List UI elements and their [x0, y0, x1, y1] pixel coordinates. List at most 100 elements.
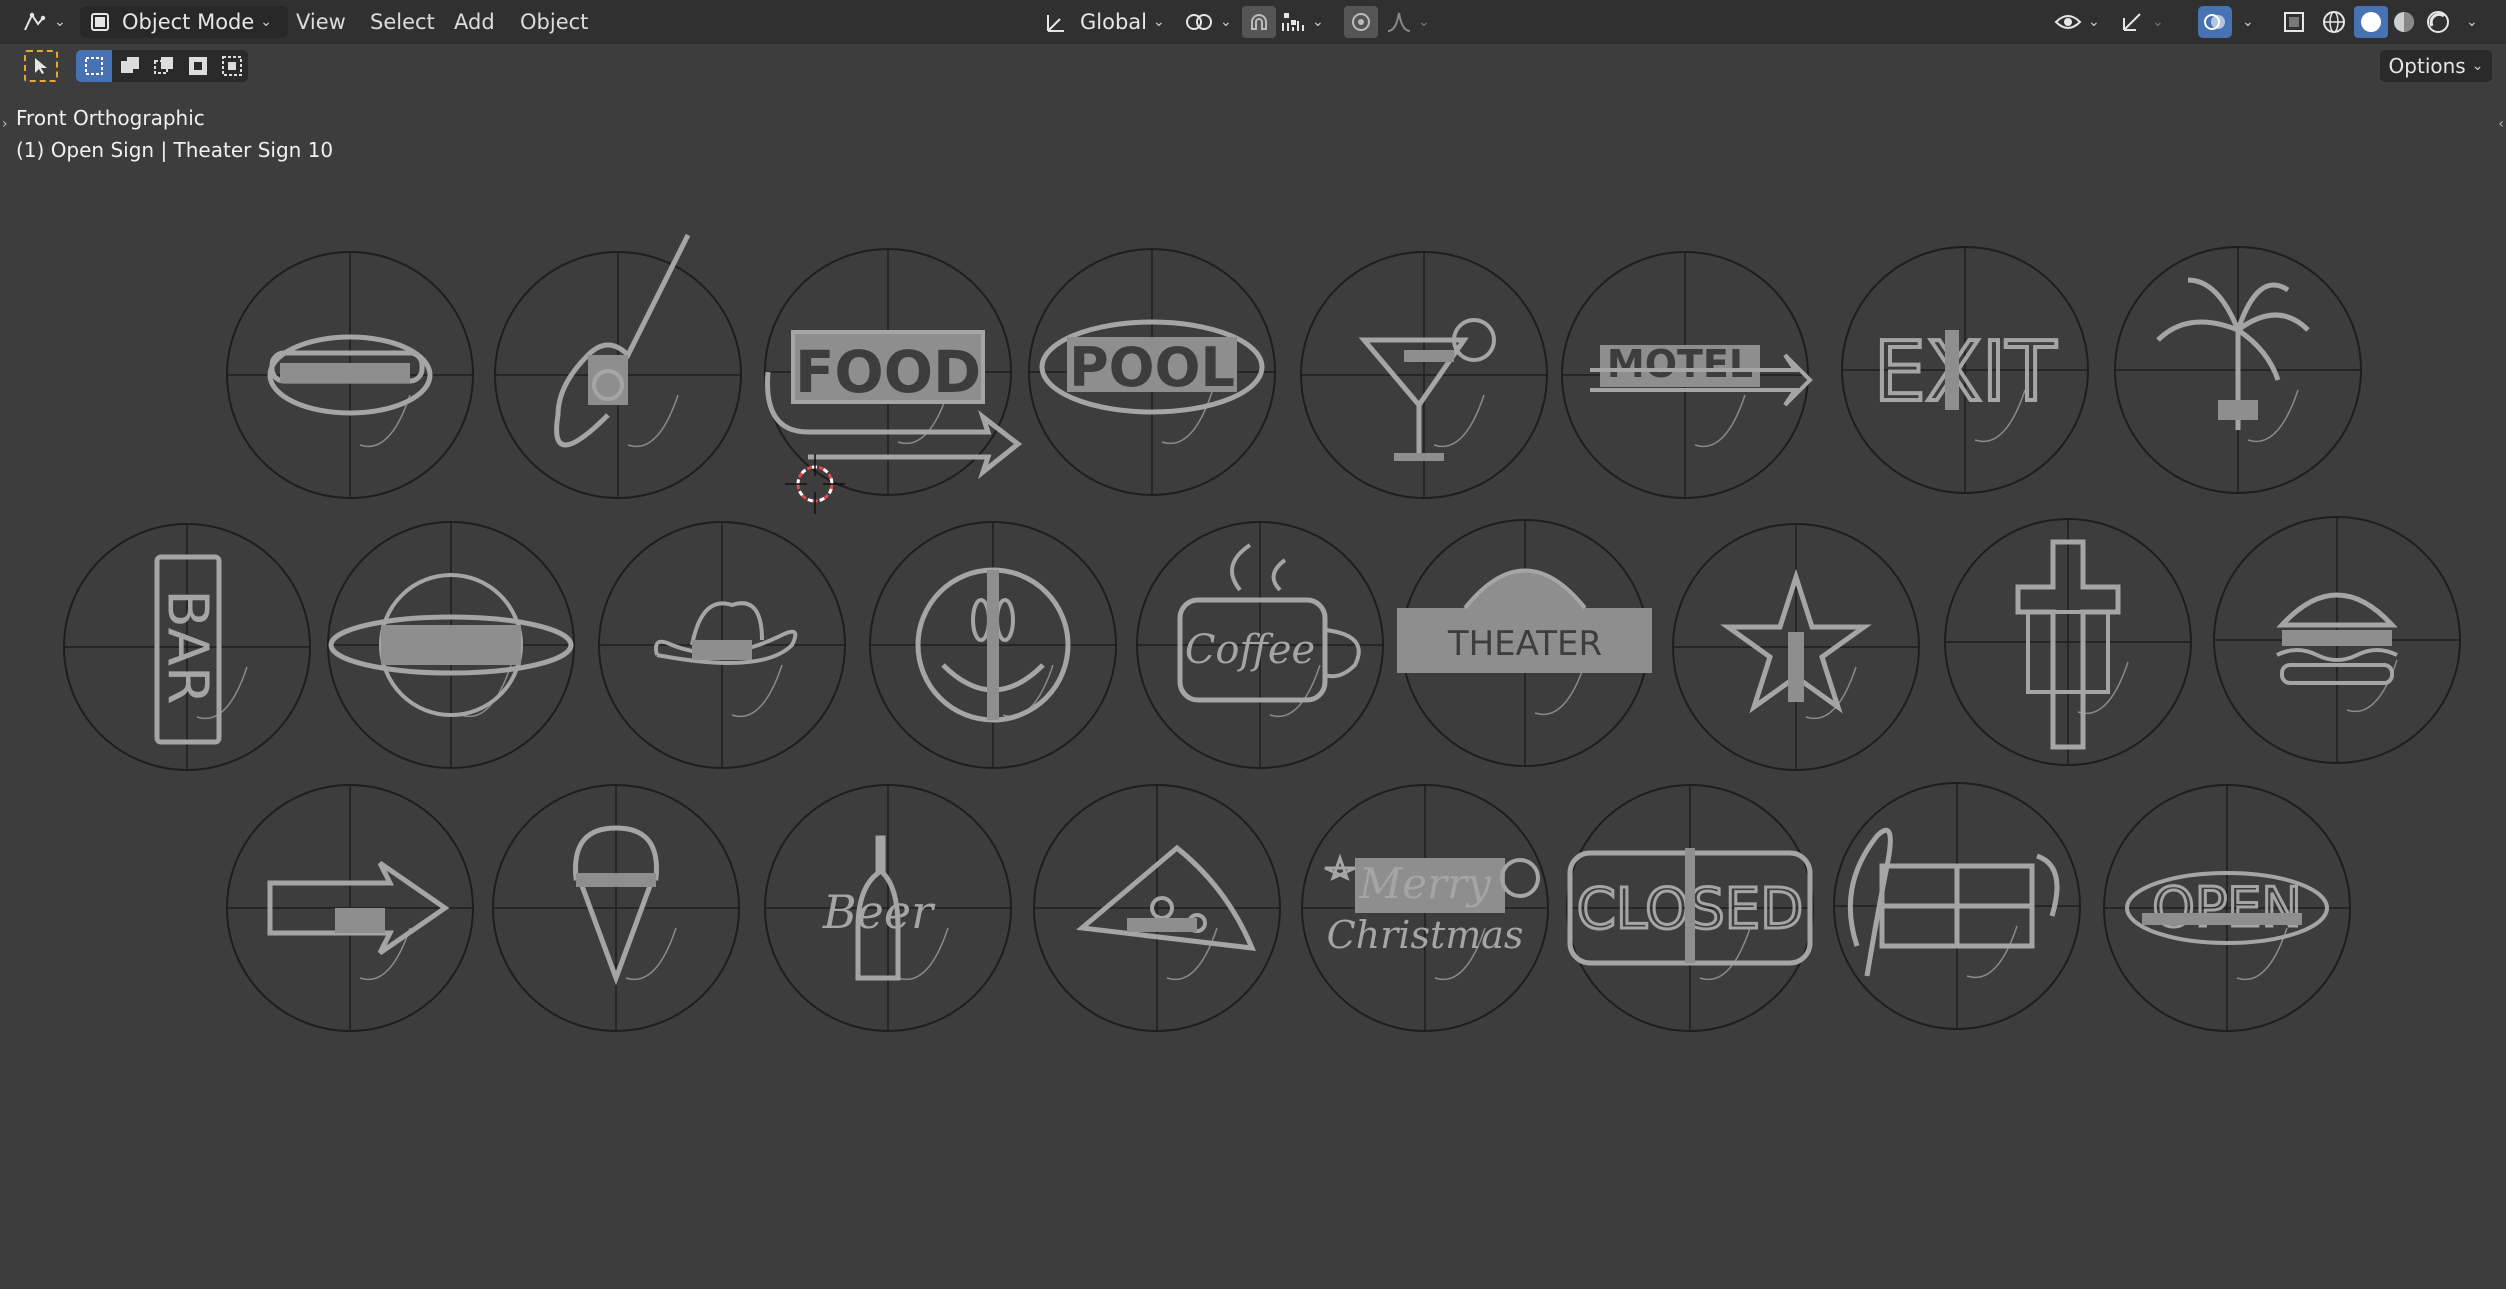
menu-object[interactable]: Object	[514, 8, 594, 36]
wireframe-sphere-icon	[2323, 11, 2345, 33]
solid-sphere-icon	[2361, 12, 2381, 32]
mode-set-button[interactable]	[76, 50, 112, 82]
proportional-editing-toggle[interactable]	[1344, 6, 1378, 38]
sign-burger[interactable]	[2213, 516, 2461, 764]
sign-coffee[interactable]: Coffee	[1136, 521, 1384, 769]
snap-increment-icon	[1282, 13, 1304, 31]
xray-toggle[interactable]	[2280, 6, 2308, 38]
orientation-icon	[1047, 15, 1064, 32]
select-intersect-icon	[222, 56, 242, 76]
sign-pool-text: POOL	[1069, 336, 1235, 399]
pivot-point-button[interactable]: ⌄	[1184, 6, 1232, 38]
visibility-dropdown[interactable]: ⌄	[2054, 6, 2100, 38]
eye-icon	[2054, 15, 2082, 29]
chevron-down-icon: ⌄	[54, 14, 66, 30]
menu-select[interactable]: Select	[364, 8, 441, 36]
sign-coffee-text: Coffee	[1185, 627, 1315, 673]
mode-intersect-button[interactable]	[216, 50, 248, 82]
snap-target-dropdown[interactable]: ⌄	[1280, 6, 1324, 38]
editor-type-button[interactable]: ⌄	[20, 6, 66, 38]
chevron-down-icon: ⌄	[1418, 14, 1430, 30]
proportional-edit-icon	[1352, 13, 1370, 31]
chevron-down-icon: ⌄	[1312, 14, 1324, 30]
sign-motel[interactable]: MOTEL	[1561, 251, 1813, 499]
gizmo-toggle[interactable]: ⌄	[2118, 6, 2164, 38]
select-new-icon	[85, 57, 103, 75]
sign-cowboy-hat[interactable]	[598, 521, 846, 769]
sign-merry-christmas[interactable]: Merry Christmas	[1301, 784, 1549, 1032]
sign-food[interactable]: FOOD	[764, 248, 1023, 496]
chevron-down-icon: ⌄	[2466, 14, 2478, 30]
sign-beer[interactable]: Beer	[764, 784, 1012, 1032]
sign-theater-text: THEATER	[1447, 624, 1602, 664]
chevron-down-icon: ⌄	[260, 14, 273, 30]
sign-closed[interactable]: CLOSED	[1566, 784, 1814, 1032]
tool-settings-bar: Options ⌄	[0, 46, 2506, 86]
snap-toggle[interactable]	[1242, 6, 1276, 38]
sign-ice-cream[interactable]	[492, 784, 740, 1032]
sign-bar-text: BAR	[155, 589, 220, 705]
link-icon	[1186, 14, 1212, 30]
object-mode-icon	[91, 13, 109, 31]
sign-palm-tree[interactable]	[2114, 246, 2362, 494]
mode-extend-button[interactable]	[114, 50, 146, 82]
chevron-down-icon: ⌄	[2471, 58, 2484, 74]
select-subtract-icon	[154, 57, 173, 74]
sign-open[interactable]: OPEN	[2103, 784, 2351, 1032]
transform-orientation-dropdown[interactable]: Global ⌄	[1036, 6, 1173, 38]
chevron-down-icon: ⌄	[2242, 14, 2254, 30]
sign-hot-dog[interactable]	[226, 251, 474, 499]
chevron-down-icon: ⌄	[2152, 14, 2164, 30]
mode-difference-button[interactable]	[182, 50, 214, 82]
mode-dropdown[interactable]: Object Mode ⌄	[80, 6, 288, 38]
overlays-dropdown[interactable]: ⌄	[2236, 6, 2254, 38]
view-name: Front Orthographic	[16, 106, 205, 130]
sign-theater[interactable]: THEATER	[1397, 519, 1652, 767]
menu-view[interactable]: View	[290, 8, 352, 36]
sign-pizza[interactable]	[1033, 784, 1281, 1032]
sidebar-expand-arrow-icon[interactable]: ‹	[2498, 116, 2504, 132]
shading-wireframe-button[interactable]	[2320, 6, 2348, 38]
chevron-down-icon: ⌄	[2088, 14, 2100, 30]
sign-open-text: OPEN	[2152, 876, 2302, 939]
sign-cross[interactable]	[1944, 518, 2192, 766]
magnet-icon	[1251, 14, 1267, 30]
chevron-down-icon: ⌄	[1153, 14, 1165, 30]
sign-exit-text: EXIT	[1874, 325, 2057, 420]
shading-material-button[interactable]	[2390, 6, 2418, 38]
material-sphere-icon	[2394, 12, 2414, 32]
falloff-curve-icon	[1387, 12, 1411, 32]
sign-cocktail[interactable]	[1300, 251, 1548, 499]
options-label: Options	[2388, 54, 2466, 78]
selection-mode-group	[76, 50, 248, 82]
select-extend-icon	[121, 57, 139, 73]
sign-beer-text: Beer	[822, 885, 936, 939]
sign-arrow[interactable]	[226, 784, 474, 1032]
options-dropdown[interactable]: Options ⌄	[2380, 50, 2492, 82]
viewport-header: ⌄ Object Mode ⌄ View Select Add Object G…	[0, 0, 2506, 44]
toolbar-expand-arrow-icon[interactable]: ›	[2, 116, 8, 132]
3d-viewport[interactable]: FOOD POOL MOTEL EXIT BAR Coffee THEATER …	[0, 0, 2506, 1289]
sign-exit[interactable]: EXIT	[1841, 246, 2089, 494]
menu-add[interactable]: Add	[448, 8, 501, 36]
gizmo-icon	[2123, 13, 2141, 31]
sign-star[interactable]	[1672, 523, 1920, 771]
select-tool-button[interactable]	[24, 50, 58, 82]
shading-solid-button[interactable]	[2354, 6, 2388, 38]
shading-rendered-button[interactable]	[2424, 6, 2452, 38]
sign-music[interactable]	[1833, 782, 2081, 1030]
sign-pool[interactable]: POOL	[1028, 248, 1276, 496]
sign-bar[interactable]: BAR	[63, 523, 311, 771]
sign-christmas-text: Christmas	[1327, 913, 1524, 957]
overlays-toggle[interactable]	[2198, 6, 2232, 38]
mode-subtract-button[interactable]	[148, 50, 180, 82]
3d-cursor-icon[interactable]	[785, 454, 845, 514]
sign-merry-text: Merry	[1358, 859, 1492, 908]
proportional-falloff-dropdown[interactable]: ⌄	[1386, 6, 1430, 38]
shading-dropdown[interactable]: ⌄	[2460, 6, 2478, 38]
sign-smiley[interactable]	[869, 521, 1117, 769]
sign-eye[interactable]	[327, 521, 575, 769]
sign-guitar[interactable]	[494, 233, 742, 499]
orientation-label: Global	[1080, 10, 1147, 34]
sign-motel-text: MOTEL	[1607, 342, 1753, 386]
